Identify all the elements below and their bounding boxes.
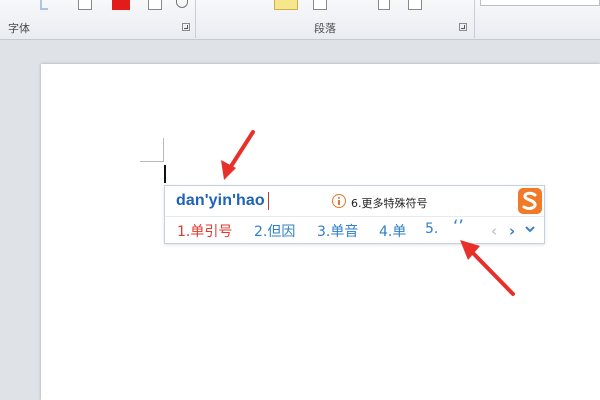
paragraph-group-label: 段落 [314, 22, 336, 35]
expand-chevron-down-icon[interactable] [525, 224, 535, 234]
paragraph-tool-button[interactable] [313, 0, 327, 10]
sogou-logo-icon[interactable] [517, 187, 543, 215]
quote-candidate-glyph[interactable]: ‘’ [453, 217, 464, 237]
font-tool-button[interactable] [78, 0, 92, 10]
enclose-char-icon[interactable] [176, 0, 188, 8]
paragraph-tool-button[interactable] [378, 0, 390, 10]
text-cursor [164, 165, 166, 183]
ribbon-group-divider [195, 0, 196, 38]
prev-page-icon[interactable]: ‹ [491, 222, 497, 240]
ime-divider [165, 216, 544, 217]
margin-corner-mark [140, 138, 164, 162]
next-page-icon[interactable]: › [509, 222, 515, 240]
borders-button[interactable] [408, 0, 422, 10]
shading-icon[interactable] [274, 0, 298, 10]
candidate-2[interactable]: 2.但因 [254, 221, 295, 241]
info-icon[interactable] [332, 194, 346, 208]
ime-caret [268, 192, 269, 210]
styles-gallery[interactable] [480, 0, 600, 6]
ribbon-group-divider [474, 0, 475, 38]
ribbon: 字体 段落 [0, 0, 600, 40]
font-group-label: 字体 [8, 22, 30, 35]
font-color-icon[interactable] [112, 0, 130, 10]
format-painter-icon[interactable] [40, 0, 48, 10]
candidate-5[interactable]: 5. [425, 221, 438, 237]
ime-composition-text: dan'yin'hao [176, 192, 265, 209]
char-border-button[interactable] [148, 0, 162, 10]
candidate-1[interactable]: 1.单引号 [177, 221, 232, 241]
candidate-3[interactable]: 3.单音 [317, 221, 358, 241]
more-symbols-link[interactable]: 6.更多特殊符号 [351, 195, 428, 211]
font-dialog-launcher-icon[interactable] [182, 23, 190, 31]
ime-candidate-window: dan'yin'hao 6.更多特殊符号 1.单引号 2.但因 3.单音 4.单… [164, 185, 545, 244]
candidate-4[interactable]: 4.单 [379, 221, 406, 241]
paragraph-dialog-launcher-icon[interactable] [459, 23, 467, 31]
